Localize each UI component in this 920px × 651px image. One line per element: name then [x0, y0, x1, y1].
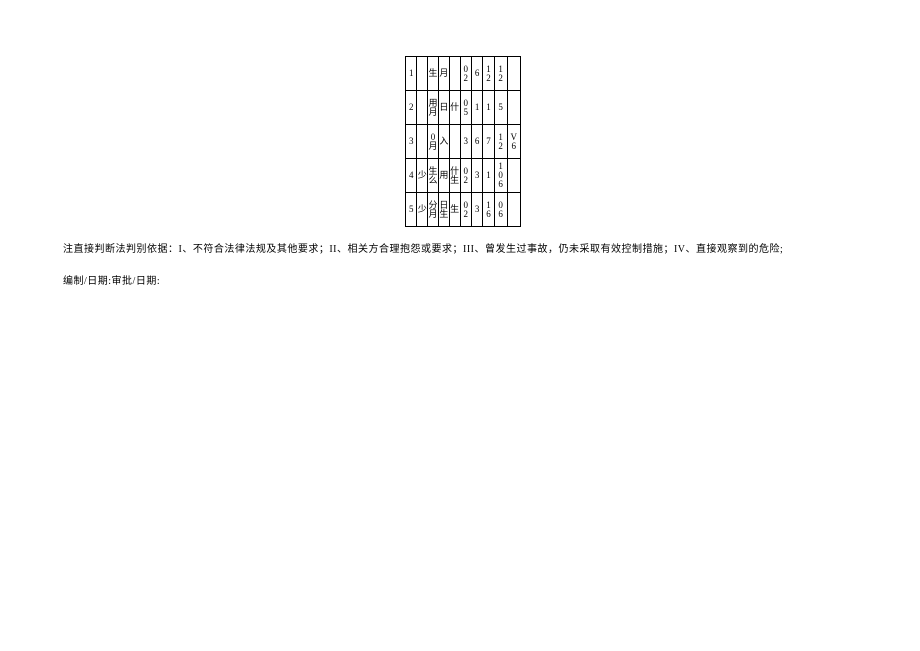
- cell-c: 月: [438, 57, 449, 91]
- cell-e: 02: [460, 57, 471, 91]
- cell-b: 分月: [428, 193, 439, 227]
- cell-c: 日: [438, 91, 449, 125]
- cell-c: 入: [438, 125, 449, 159]
- note-text: 注直接判断法判别依据：I、不符合法律法规及其他要求；II、相关方合理抱怨或要求；…: [63, 240, 783, 255]
- cell-g: 12: [483, 57, 494, 91]
- data-table: 1生月02612122用月日什0511530月入36712V64少生么用什生02…: [405, 56, 521, 227]
- cell-h: 5: [494, 91, 507, 125]
- signature-line: 编制/日期:审批/日期:: [63, 272, 160, 287]
- cell-idx: 4: [406, 159, 417, 193]
- table-row: 30月入36712V6: [406, 125, 521, 159]
- cell-e: 05: [460, 91, 471, 125]
- cell-f: 1: [471, 91, 482, 125]
- cell-a: 少: [417, 193, 428, 227]
- cell-d: [449, 125, 460, 159]
- cell-g: 16: [483, 193, 494, 227]
- cell-h: 12: [494, 125, 507, 159]
- cell-d: 生: [449, 193, 460, 227]
- cell-b: 生: [428, 57, 439, 91]
- cell-i: [507, 159, 520, 193]
- cell-i: [507, 57, 520, 91]
- cell-a: [417, 125, 428, 159]
- cell-c: 日生: [438, 193, 449, 227]
- cell-i: [507, 91, 520, 125]
- cell-f: 3: [471, 159, 482, 193]
- cell-b: 生么: [428, 159, 439, 193]
- cell-d: 什: [449, 91, 460, 125]
- cell-g: 1: [483, 159, 494, 193]
- cell-e: 02: [460, 159, 471, 193]
- cell-a: [417, 91, 428, 125]
- cell-g: 7: [483, 125, 494, 159]
- table-row: 1生月0261212: [406, 57, 521, 91]
- cell-i: V6: [507, 125, 520, 159]
- cell-c: 用: [438, 159, 449, 193]
- cell-e: 3: [460, 125, 471, 159]
- cell-idx: 1: [406, 57, 417, 91]
- cell-h: 106: [494, 159, 507, 193]
- cell-e: 02: [460, 193, 471, 227]
- table-row: 2用月日什05115: [406, 91, 521, 125]
- cell-h: 12: [494, 57, 507, 91]
- cell-a: [417, 57, 428, 91]
- cell-g: 1: [483, 91, 494, 125]
- cell-f: 6: [471, 57, 482, 91]
- cell-idx: 2: [406, 91, 417, 125]
- table-row: 4少生么用什生0231106: [406, 159, 521, 193]
- table-row: 5少分月日生生0231606: [406, 193, 521, 227]
- cell-b: 0月: [428, 125, 439, 159]
- cell-h: 06: [494, 193, 507, 227]
- cell-d: [449, 57, 460, 91]
- cell-idx: 5: [406, 193, 417, 227]
- cell-i: [507, 193, 520, 227]
- cell-idx: 3: [406, 125, 417, 159]
- cell-f: 3: [471, 193, 482, 227]
- cell-d: 什生: [449, 159, 460, 193]
- cell-b: 用月: [428, 91, 439, 125]
- cell-a: 少: [417, 159, 428, 193]
- cell-f: 6: [471, 125, 482, 159]
